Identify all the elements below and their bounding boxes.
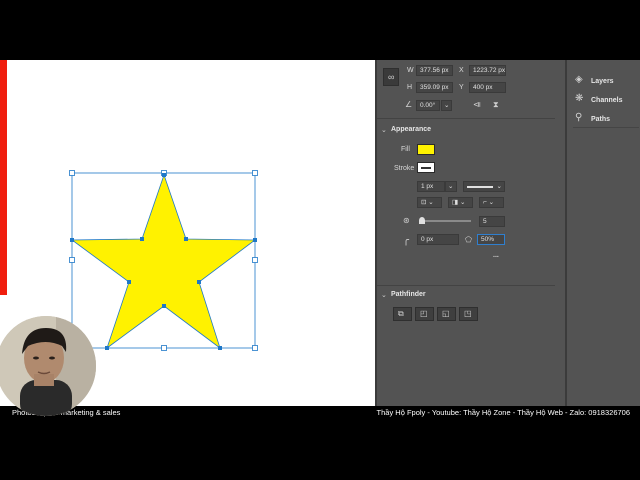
points-field[interactable]: 5	[479, 216, 505, 227]
height-label: H	[407, 84, 413, 91]
stroke-cap-dropdown[interactable]: ◨ ⌄	[448, 197, 473, 208]
unite-shapes-button[interactable]: ⧉	[393, 307, 412, 321]
height-field[interactable]: 359.09 px	[416, 82, 453, 93]
stroke-swatch[interactable]	[417, 162, 435, 173]
stroke-join-dropdown[interactable]: ⌐ ⌄	[479, 197, 504, 208]
exclude-icon: ◳	[464, 309, 472, 318]
more-options-button[interactable]: ...	[493, 252, 499, 259]
panel-dock: ◈ Layers ❋ Channels ⚲ Paths	[565, 60, 640, 406]
star-ratio-icon: ⬠	[465, 235, 472, 244]
star-ratio-field[interactable]: 50%	[477, 234, 505, 245]
stroke-width-dropdown[interactable]: ⌄	[445, 181, 457, 192]
flip-vertical-icon[interactable]: ⧗	[493, 101, 499, 109]
exclude-shapes-button[interactable]: ◳	[459, 307, 478, 321]
caption-right: Thầy Hộ Fpoly - Youtube: Thầy Hộ Zone - …	[376, 408, 630, 417]
appearance-title: Appearance	[391, 126, 432, 133]
star-points-icon: ⊛	[403, 216, 410, 225]
section-divider	[377, 118, 555, 119]
tab-layers[interactable]: ◈ Layers	[573, 74, 639, 88]
flip-horizontal-icon[interactable]: ⧏	[473, 101, 481, 109]
angle-field[interactable]: 0.00°	[416, 100, 440, 111]
points-slider-handle[interactable]	[419, 217, 425, 224]
layers-icon: ◈	[575, 74, 583, 85]
properties-panel: ∞ W 377.56 px X 1223.72 px H 359.09 px Y…	[375, 60, 565, 406]
width-field[interactable]: 377.56 px	[416, 65, 453, 76]
tab-layers-label: Layers	[591, 78, 614, 85]
link-icon: ∞	[388, 72, 395, 82]
stroke-icon	[421, 167, 431, 169]
channels-icon: ❋	[575, 93, 584, 104]
stroke-label: Stroke	[394, 165, 415, 172]
pathfinder-title: Pathfinder	[391, 291, 426, 298]
points-slider-track[interactable]	[419, 220, 471, 222]
corner-radius-icon: ╭	[403, 235, 410, 246]
angle-icon: ∠	[405, 100, 413, 109]
angle-dropdown[interactable]: ⌄	[441, 100, 452, 111]
line-style-icon	[467, 186, 493, 188]
star-shape[interactable]	[70, 173, 257, 350]
paths-icon: ⚲	[575, 112, 583, 123]
collapse-chevron-icon[interactable]: ⌄	[381, 127, 387, 135]
corner-radius-field[interactable]: 0 px	[417, 234, 459, 245]
webcam-overlay	[0, 316, 96, 416]
tab-channels[interactable]: ❋ Channels	[573, 93, 639, 107]
x-field[interactable]: 1223.72 px	[469, 65, 506, 76]
y-label: Y	[459, 84, 464, 91]
section-divider	[377, 285, 555, 286]
tab-channels-label: Channels	[591, 97, 623, 104]
subtract-shapes-button[interactable]: ◰	[415, 307, 434, 321]
presenter-avatar	[0, 316, 96, 416]
y-field[interactable]: 400 px	[469, 82, 506, 93]
red-edge-marker	[0, 60, 7, 295]
fill-swatch[interactable]	[417, 144, 435, 155]
intersect-icon: ◱	[442, 309, 450, 318]
chevron-down-icon: ⌄	[496, 183, 502, 190]
screen: ∞ W 377.56 px X 1223.72 px H 359.09 px Y…	[0, 0, 640, 480]
unite-icon: ⧉	[398, 309, 404, 318]
tab-paths-label: Paths	[591, 116, 611, 123]
fill-label: Fill	[401, 146, 410, 153]
width-label: W	[407, 67, 414, 74]
stroke-style-dropdown[interactable]: ⌄	[463, 181, 505, 192]
link-dimensions-button[interactable]: ∞	[383, 68, 399, 86]
stroke-width-field[interactable]: 1 px	[417, 181, 445, 192]
x-label: X	[459, 67, 464, 74]
stroke-align-dropdown[interactable]: ⊡ ⌄	[417, 197, 442, 208]
tab-paths[interactable]: ⚲ Paths	[573, 112, 639, 126]
collapse-chevron-icon[interactable]: ⌄	[381, 292, 387, 300]
panel-tab-list: ◈ Layers ❋ Channels ⚲ Paths	[573, 66, 639, 128]
intersect-shapes-button[interactable]: ◱	[437, 307, 456, 321]
subtract-icon: ◰	[420, 309, 428, 318]
